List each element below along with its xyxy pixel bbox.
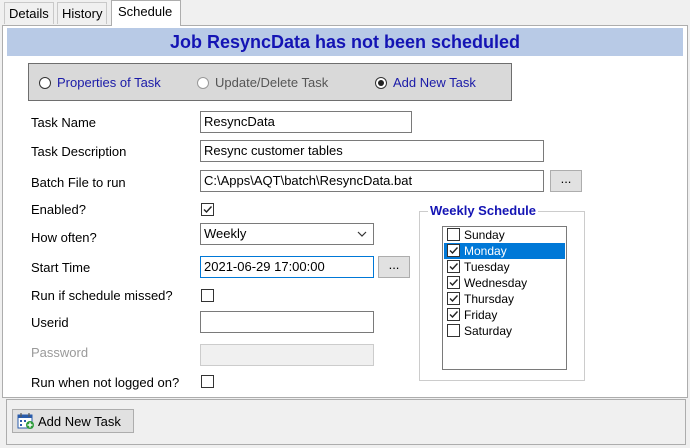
weekday-item-wednesday[interactable]: Wednesday bbox=[444, 275, 565, 291]
tab-history[interactable]: History bbox=[57, 2, 108, 24]
userid-input[interactable] bbox=[200, 311, 374, 333]
userid-label: Userid bbox=[31, 315, 69, 330]
run-not-logged-label: Run when not logged on? bbox=[31, 375, 180, 390]
weekday-item-saturday[interactable]: Saturday bbox=[444, 323, 565, 339]
weekday-list[interactable]: Sunday Monday Tuesday Wednesday Thursday… bbox=[442, 226, 567, 370]
batch-file-label: Batch File to run bbox=[31, 175, 126, 190]
weekday-item-friday[interactable]: Friday bbox=[444, 307, 565, 323]
weekday-item-monday[interactable]: Monday bbox=[444, 243, 565, 259]
weekday-label: Monday bbox=[464, 244, 507, 258]
tab-schedule[interactable]: Schedule bbox=[111, 0, 181, 26]
weekly-schedule-title: Weekly Schedule bbox=[428, 203, 538, 218]
checkmark-icon bbox=[449, 279, 459, 287]
weekday-item-thursday[interactable]: Thursday bbox=[444, 291, 565, 307]
password-label: Password bbox=[31, 345, 89, 360]
weekly-schedule-group: Weekly Schedule Sunday Monday Tuesday We… bbox=[419, 203, 585, 381]
weekday-label: Friday bbox=[464, 308, 498, 322]
checkmark-icon bbox=[449, 247, 459, 255]
weekday-checkbox[interactable] bbox=[447, 228, 460, 241]
enabled-label: Enabled? bbox=[31, 202, 86, 217]
add-new-task-button[interactable]: Add New Task bbox=[12, 409, 134, 433]
weekday-checkbox[interactable] bbox=[447, 244, 460, 257]
task-mode-group: Properties of Task Update/Delete Task Ad… bbox=[28, 63, 512, 101]
task-name-label: Task Name bbox=[31, 115, 97, 130]
weekday-label: Sunday bbox=[464, 228, 505, 242]
radio-label: Add New Task bbox=[393, 75, 476, 90]
weekday-checkbox[interactable] bbox=[447, 324, 460, 337]
task-description-label: Task Description bbox=[31, 144, 127, 159]
radio-circle-icon bbox=[197, 76, 209, 89]
run-not-logged-checkbox[interactable] bbox=[201, 375, 214, 388]
radio-properties-of-task[interactable]: Properties of Task bbox=[39, 75, 161, 90]
weekday-label: Thursday bbox=[464, 292, 515, 306]
weekday-checkbox[interactable] bbox=[447, 276, 460, 289]
start-time-label: Start Time bbox=[31, 260, 91, 275]
action-bar: Add New Task bbox=[6, 399, 686, 445]
calendar-add-icon bbox=[17, 412, 35, 430]
run-if-missed-checkbox[interactable] bbox=[201, 289, 214, 302]
weekday-checkbox[interactable] bbox=[447, 292, 460, 305]
start-time-picker-button[interactable]: ... bbox=[378, 256, 410, 278]
weekday-label: Wednesday bbox=[464, 276, 528, 290]
browse-batch-file-button[interactable]: ... bbox=[550, 170, 582, 192]
checkmark-icon bbox=[449, 295, 459, 303]
task-name-input[interactable]: ResyncData bbox=[200, 111, 412, 133]
batch-file-input[interactable]: C:\Apps\AQT\batch\ResyncData.bat bbox=[200, 170, 544, 192]
weekday-item-tuesday[interactable]: Tuesday bbox=[444, 259, 565, 275]
password-input bbox=[200, 344, 374, 366]
radio-add-new-task[interactable]: Add New Task bbox=[375, 75, 476, 90]
run-if-missed-label: Run if schedule missed? bbox=[31, 288, 173, 303]
schedule-status-banner: Job ResyncData has not been scheduled bbox=[7, 28, 683, 56]
radio-circle-icon bbox=[39, 76, 51, 89]
schedule-panel: Job ResyncData has not been scheduled Pr… bbox=[2, 25, 688, 398]
weekday-label: Tuesday bbox=[464, 260, 510, 274]
how-often-select[interactable]: Weekly bbox=[200, 223, 374, 245]
tab-details[interactable]: Details bbox=[4, 2, 54, 24]
enabled-checkbox[interactable] bbox=[201, 203, 214, 216]
weekday-checkbox[interactable] bbox=[447, 260, 460, 273]
radio-update-delete-task[interactable]: Update/Delete Task bbox=[197, 75, 328, 90]
checkmark-icon bbox=[449, 263, 459, 271]
how-often-value: Weekly bbox=[204, 226, 247, 241]
weekday-checkbox[interactable] bbox=[447, 308, 460, 321]
how-often-label: How often? bbox=[31, 230, 97, 245]
checkmark-icon bbox=[203, 206, 213, 214]
weekday-item-sunday[interactable]: Sunday bbox=[444, 227, 565, 243]
radio-label: Properties of Task bbox=[57, 75, 161, 90]
start-time-input[interactable]: 2021-06-29 17:00:00 bbox=[200, 256, 374, 278]
checkmark-icon bbox=[449, 311, 459, 319]
radio-selected-icon bbox=[375, 76, 387, 89]
task-description-input[interactable]: Resync customer tables bbox=[200, 140, 544, 162]
add-new-task-label: Add New Task bbox=[38, 413, 121, 429]
radio-label: Update/Delete Task bbox=[215, 75, 329, 90]
weekday-label: Saturday bbox=[464, 324, 513, 338]
chevron-down-icon bbox=[357, 224, 367, 250]
